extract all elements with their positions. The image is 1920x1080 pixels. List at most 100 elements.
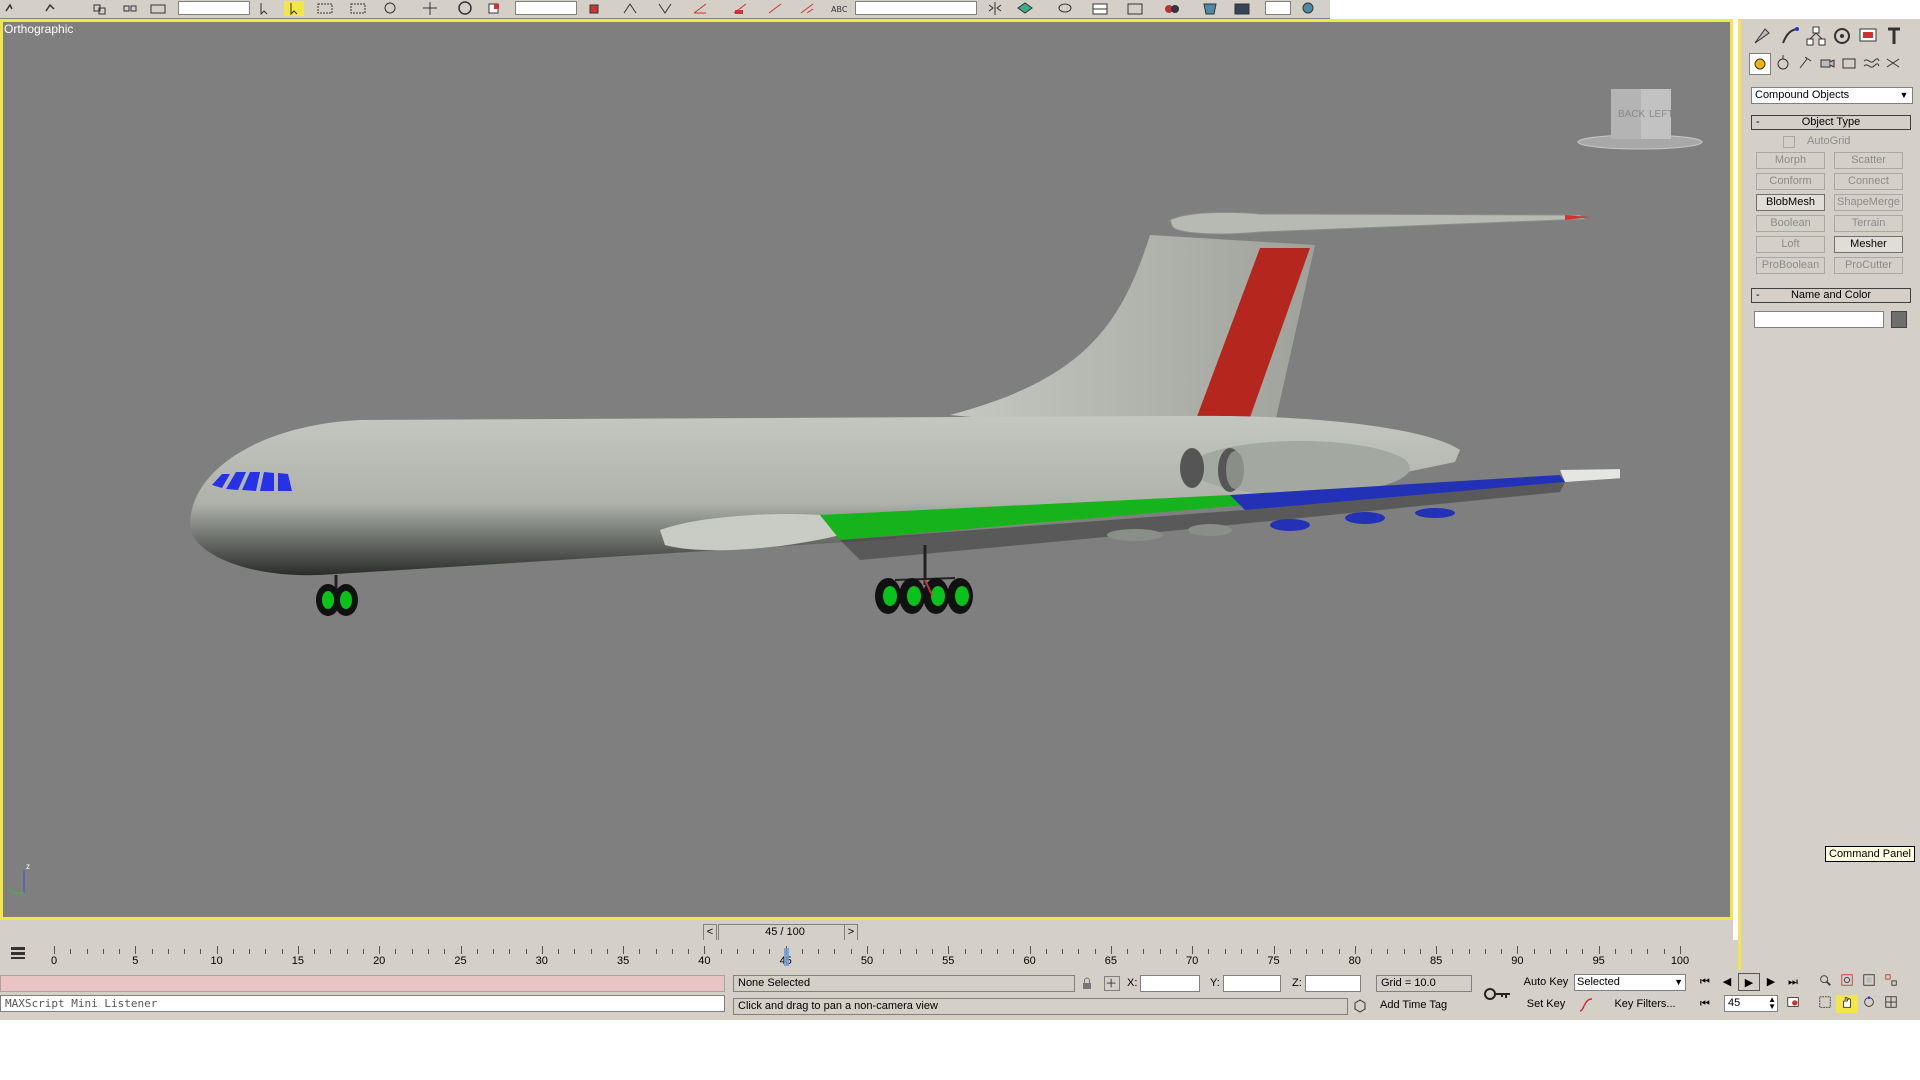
percent-snap-icon[interactable] xyxy=(730,1,750,16)
material-editor-icon[interactable] xyxy=(1162,1,1182,16)
time-slider-thumb[interactable]: 45 / 100 xyxy=(718,924,852,941)
render-type-field[interactable] xyxy=(1265,1,1291,15)
x-coordinate-input[interactable] xyxy=(1140,975,1200,992)
track-bar[interactable]: 0510152025303540455055606570758085909510… xyxy=(0,940,1738,970)
edit-named-selection-icon[interactable]: ABC xyxy=(828,1,848,16)
pan-view-icon[interactable] xyxy=(1836,995,1858,1013)
object-type-button-loft[interactable]: Loft xyxy=(1756,236,1825,253)
rollout-collapse-icon[interactable]: - xyxy=(1756,289,1760,302)
time-configuration-icon[interactable] xyxy=(1782,995,1804,1013)
select-move-icon-2[interactable] xyxy=(420,1,440,16)
maximize-viewport-icon[interactable] xyxy=(1880,995,1902,1013)
object-type-button-connect[interactable]: Connect xyxy=(1834,173,1903,190)
select-object-icon[interactable] xyxy=(255,1,275,16)
absolute-mode-transform-icon[interactable] xyxy=(1104,976,1120,991)
select-move-icon[interactable] xyxy=(380,1,400,16)
rendered-frame-window-icon[interactable] xyxy=(1232,1,1252,16)
use-pivot-center-icon[interactable] xyxy=(585,1,605,16)
maxscript-mini-listener[interactable]: MAXScript Mini Listener xyxy=(0,995,725,1012)
select-scale-icon[interactable] xyxy=(485,1,505,16)
wing-tip[interactable] xyxy=(1560,468,1620,482)
angle-snap-icon[interactable] xyxy=(690,1,710,16)
name-and-color-rollout-header[interactable]: - Name and Color xyxy=(1751,288,1911,303)
object-type-button-conform[interactable]: Conform xyxy=(1756,173,1825,190)
snaps-toggle-icon[interactable] xyxy=(655,1,675,16)
modify-tab-icon[interactable] xyxy=(1779,25,1801,47)
default-in-out-tangents-icon[interactable] xyxy=(1578,997,1594,1013)
key-mode-toggle-icon[interactable]: ⏮ xyxy=(1694,995,1716,1013)
go-to-end-icon[interactable]: ⏭ xyxy=(1782,973,1804,991)
select-manipulate-icon[interactable] xyxy=(620,1,640,16)
object-type-button-boolean[interactable]: Boolean xyxy=(1756,215,1825,232)
zoom-all-icon[interactable] xyxy=(1836,973,1858,991)
rollout-collapse-icon[interactable]: - xyxy=(1756,116,1760,129)
object-type-button-terrain[interactable]: Terrain xyxy=(1834,215,1903,232)
motion-tab-icon[interactable] xyxy=(1831,25,1853,47)
y-coordinate-input[interactable] xyxy=(1223,975,1281,992)
spinner-snap-icon[interactable] xyxy=(765,1,785,16)
airplane-model[interactable] xyxy=(180,200,1620,630)
unlink-icon[interactable] xyxy=(120,1,140,16)
orbit-icon[interactable] xyxy=(1858,995,1880,1013)
undo-icon[interactable] xyxy=(2,1,22,16)
object-type-button-shapemerge[interactable]: ShapeMerge xyxy=(1834,194,1903,211)
open-mini-curve-editor-icon[interactable] xyxy=(8,944,28,962)
go-to-start-icon[interactable]: ⏮ xyxy=(1694,973,1716,991)
object-type-button-morph[interactable]: Morph xyxy=(1756,152,1825,169)
render-setup-icon[interactable] xyxy=(1200,1,1220,16)
set-key-icon[interactable] xyxy=(1482,983,1514,1005)
window-crossing-icon[interactable] xyxy=(348,1,368,16)
frame-spinner-icon[interactable]: ▲ ▼ xyxy=(1768,996,1776,1011)
object-type-rollout-header[interactable]: - Object Type xyxy=(1751,115,1911,130)
select-by-name-icon[interactable] xyxy=(284,1,304,16)
autogrid-checkbox-box[interactable] xyxy=(1783,136,1795,148)
object-type-button-scatter[interactable]: Scatter xyxy=(1834,152,1903,169)
systems-category-icon[interactable] xyxy=(1883,53,1903,73)
lock-selection-icon[interactable] xyxy=(1080,977,1094,991)
create-tab-icon[interactable] xyxy=(1751,25,1773,47)
chevron-down-icon[interactable]: ▼ xyxy=(1674,975,1683,990)
next-frame-icon[interactable]: ▶ xyxy=(1760,973,1782,991)
time-tag-icon[interactable] xyxy=(1352,998,1368,1014)
object-type-button-procutter[interactable]: ProCutter xyxy=(1834,257,1903,274)
auto-key-button[interactable]: Auto Key xyxy=(1522,973,1570,991)
layer-manager-icon[interactable] xyxy=(1055,1,1075,16)
spinner-snap-icon-2[interactable] xyxy=(797,1,817,16)
previous-frame-icon[interactable]: ◀ xyxy=(1716,973,1738,991)
quick-render-icon[interactable] xyxy=(1298,1,1318,16)
set-key-button[interactable]: Set Key xyxy=(1522,995,1570,1013)
zoom-icon[interactable] xyxy=(1814,973,1836,991)
tail-horizontal-stabilizer[interactable] xyxy=(1169,211,1587,235)
category-dropdown[interactable]: Compound Objects ▼ xyxy=(1751,87,1913,104)
utilities-tab-icon[interactable] xyxy=(1883,25,1905,47)
reference-coordinate-dropdown[interactable] xyxy=(515,1,577,15)
viewport-label[interactable]: Orthographic xyxy=(4,22,73,36)
schematic-view-icon[interactable] xyxy=(1125,1,1145,16)
helpers-category-icon[interactable] xyxy=(1839,53,1859,73)
shapes-category-icon[interactable] xyxy=(1773,53,1793,73)
key-filters-button[interactable]: Key Filters... xyxy=(1602,995,1688,1013)
selection-filter-dropdown[interactable] xyxy=(178,1,250,15)
display-tab-icon[interactable] xyxy=(1857,25,1879,47)
zoom-region-icon[interactable] xyxy=(1814,995,1836,1013)
viewcube[interactable]: BACK LEFT xyxy=(1575,85,1705,155)
geometry-category-icon[interactable] xyxy=(1749,53,1771,75)
zoom-extents-all-icon[interactable] xyxy=(1880,973,1902,991)
object-type-button-mesher[interactable]: Mesher xyxy=(1834,236,1903,253)
curve-editor-icon[interactable] xyxy=(1090,1,1110,16)
key-mode-dropdown[interactable]: Selected ▼ xyxy=(1574,974,1686,991)
chevron-down-icon[interactable]: ▼ xyxy=(1898,88,1910,103)
nose-landing-gear[interactable] xyxy=(316,575,358,616)
named-selection-sets-dropdown[interactable] xyxy=(855,1,977,15)
object-type-button-proboolean[interactable]: ProBoolean xyxy=(1756,257,1825,274)
object-name-input[interactable] xyxy=(1754,311,1884,328)
add-time-tag-button[interactable]: Add Time Tag xyxy=(1376,998,1472,1015)
zoom-extents-icon[interactable] xyxy=(1858,973,1880,991)
object-type-button-blobmesh[interactable]: BlobMesh xyxy=(1756,194,1825,211)
align-icon[interactable] xyxy=(1015,1,1035,16)
hierarchy-tab-icon[interactable] xyxy=(1805,25,1827,47)
autogrid-checkbox[interactable]: AutoGrid xyxy=(1783,135,1903,149)
link-icon[interactable] xyxy=(90,1,110,16)
redo-icon[interactable] xyxy=(40,1,60,16)
bind-spacewarp-icon[interactable] xyxy=(148,1,168,16)
